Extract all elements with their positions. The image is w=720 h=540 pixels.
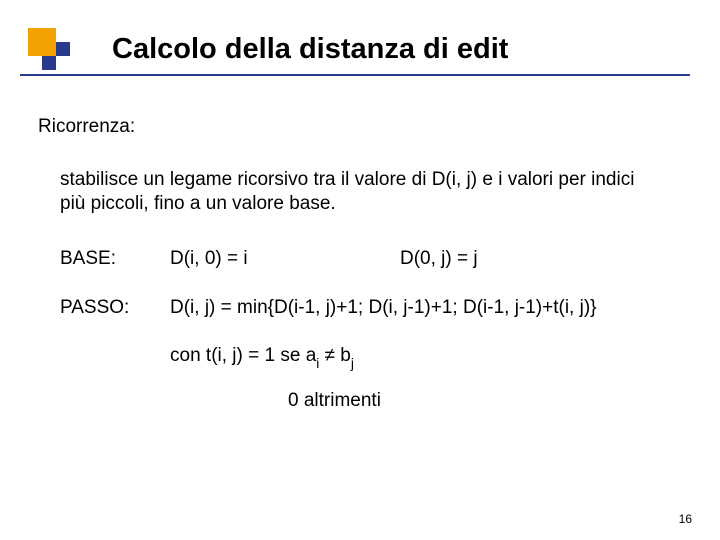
title-underline (20, 74, 690, 76)
base-expr-2: D(0, j) = j (400, 247, 478, 272)
cond-mid: ≠ b (319, 345, 351, 366)
base-row: BASE: D(i, 0) = i D(0, j) = j (60, 247, 680, 272)
else-row: 0 altrimenti (288, 389, 680, 414)
accent-block-icon (28, 28, 70, 70)
accent-blue-square-1 (56, 42, 70, 56)
passo-row: PASSO: D(i, j) = min{D(i-1, j)+1; D(i, j… (60, 296, 680, 321)
intro-paragraph: stabilisce un legame ricorsivo tra il va… (60, 168, 650, 217)
page-number: 16 (679, 512, 692, 526)
accent-orange-square (28, 28, 56, 56)
subheading: Ricorrenza: (38, 115, 680, 140)
condition-row: con t(i, j) = 1 se ai ≠ bj (170, 344, 680, 371)
passo-expr: D(i, j) = min{D(i-1, j)+1; D(i, j-1)+1; … (170, 296, 680, 321)
base-body: D(i, 0) = i D(0, j) = j (170, 247, 680, 272)
cond-sub-i: i (316, 356, 319, 371)
base-expr-1: D(i, 0) = i (170, 247, 400, 272)
cond-sub-j: j (351, 356, 354, 371)
slide-content: Ricorrenza: stabilisce un legame ricorsi… (38, 115, 680, 414)
slide-title: Calcolo della distanza di edit (112, 33, 508, 66)
cond-prefix: con t(i, j) = 1 se a (170, 345, 316, 366)
passo-label: PASSO: (60, 296, 170, 321)
base-label: BASE: (60, 247, 170, 272)
accent-blue-square-2 (42, 56, 56, 70)
